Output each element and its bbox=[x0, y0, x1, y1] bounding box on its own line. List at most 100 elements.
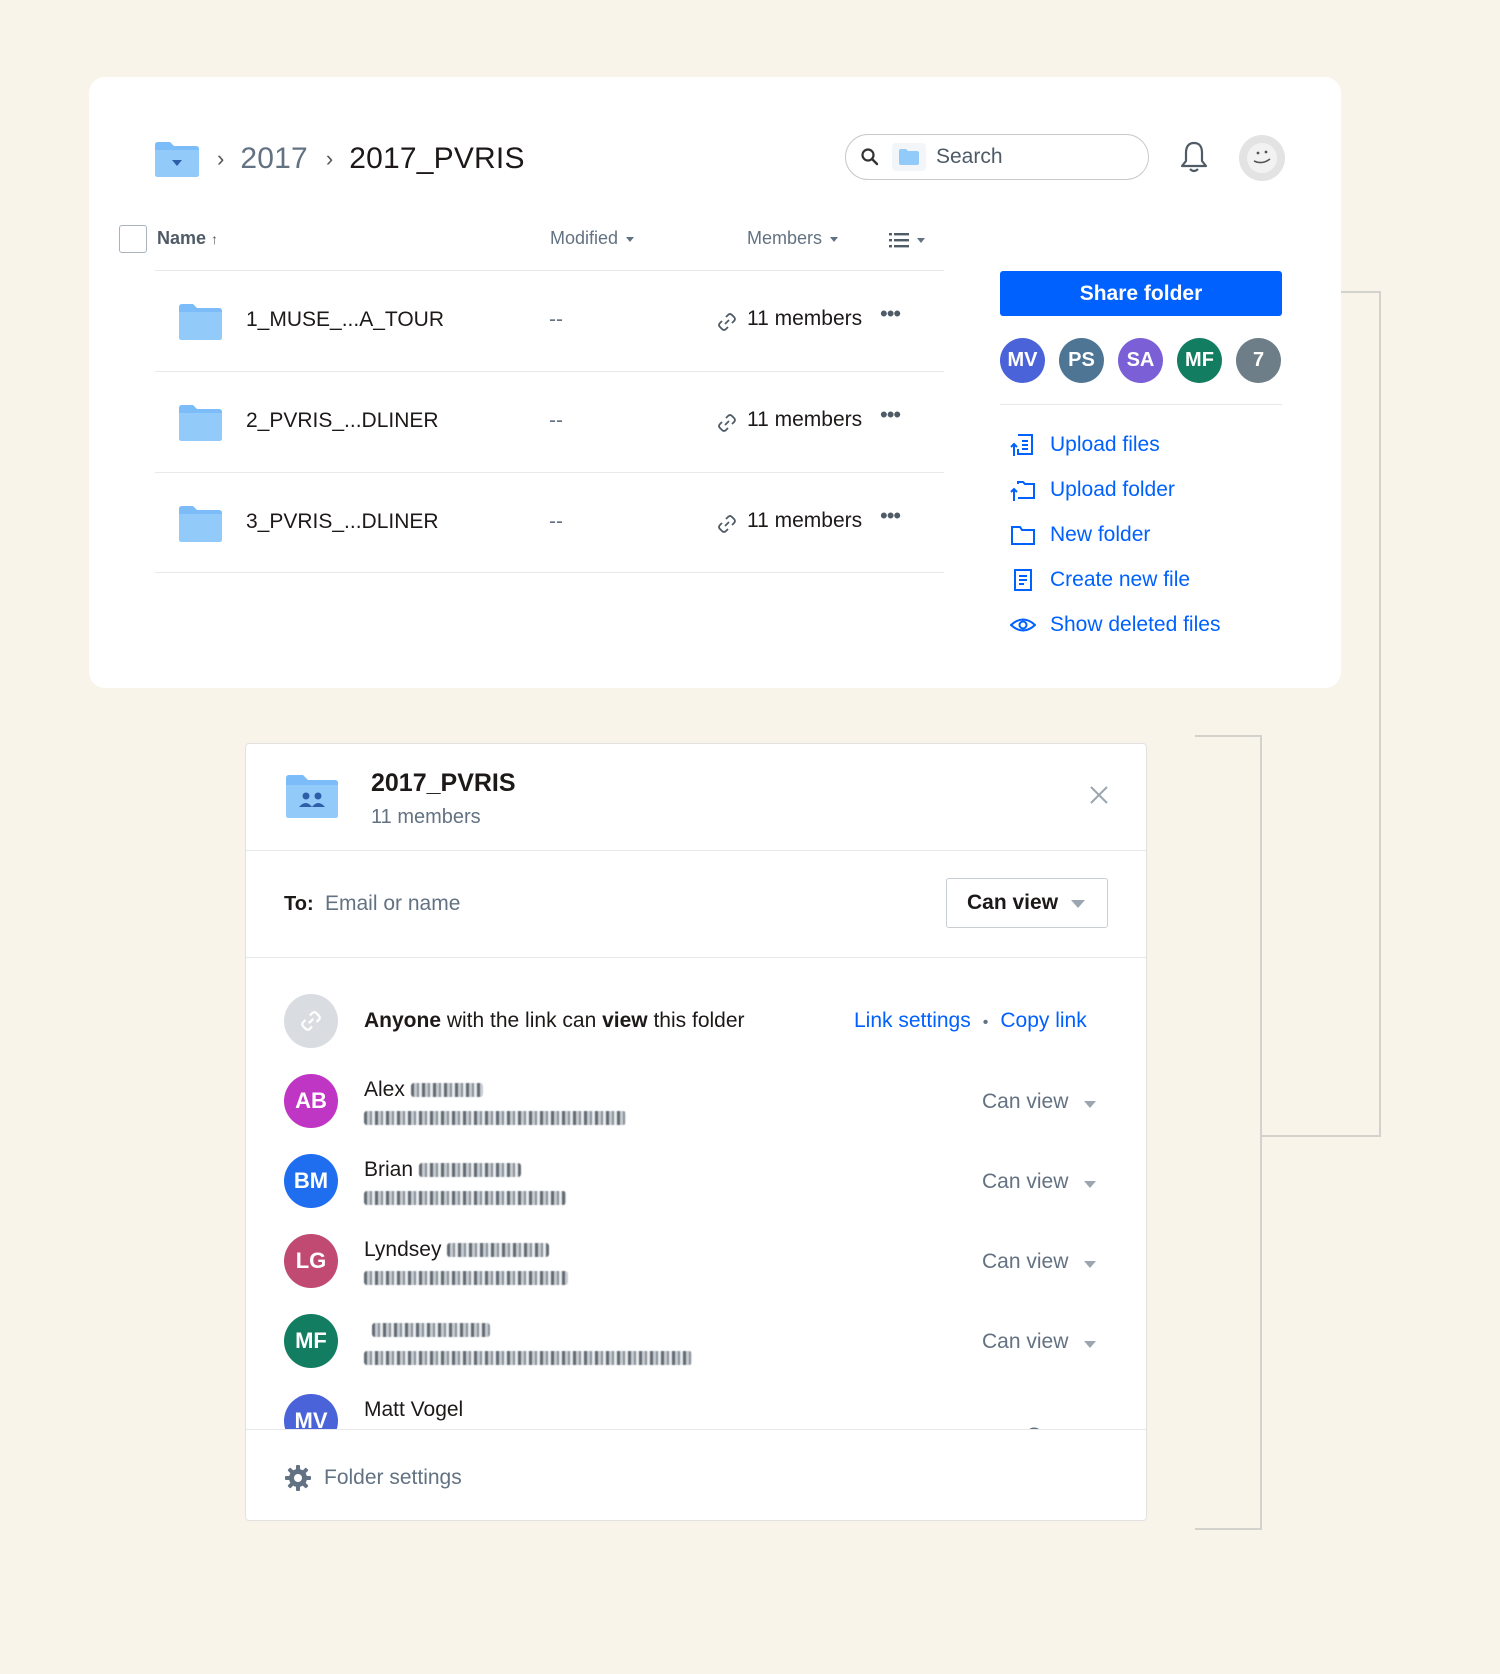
column-header-members-label: Members bbox=[747, 228, 823, 248]
file-name[interactable]: 3_PVRIS_...DLINER bbox=[246, 510, 439, 534]
member-name-text: Lyndsey bbox=[364, 1238, 442, 1261]
column-header-modified[interactable]: Modified bbox=[550, 228, 635, 249]
connector-line bbox=[1262, 1135, 1381, 1137]
file-modified: -- bbox=[549, 409, 563, 432]
link-icon bbox=[718, 313, 736, 331]
chevron-right-icon: › bbox=[217, 146, 225, 171]
folder-dropdown-icon[interactable] bbox=[155, 141, 199, 177]
avatar: LG bbox=[284, 1234, 338, 1288]
more-options-icon[interactable]: ••• bbox=[880, 301, 901, 327]
connector-line bbox=[1260, 735, 1262, 1530]
more-options-icon[interactable]: ••• bbox=[880, 402, 901, 428]
separator-dot: • bbox=[982, 1014, 989, 1031]
link-access-text: Anyone with the link can view this folde… bbox=[364, 1009, 745, 1033]
column-header-name[interactable]: Name ↑ bbox=[157, 228, 218, 249]
share-dialog: 2017_PVRIS 11 members To: Can view Anyon… bbox=[245, 743, 1147, 1521]
avatar: MF bbox=[284, 1314, 338, 1368]
member-name-text: Brian bbox=[364, 1158, 414, 1181]
folder-browser: › 2017 › 2017_PVRIS Search Name ↑ Modifi… bbox=[89, 77, 1341, 688]
upload-files-action[interactable]: Upload files bbox=[1010, 422, 1220, 467]
connector-line bbox=[1195, 1528, 1262, 1530]
email-or-name-input[interactable] bbox=[325, 889, 885, 919]
permission-dropdown-label: Can view bbox=[967, 891, 1059, 914]
folder-icon bbox=[179, 304, 222, 340]
member-role-dropdown[interactable]: Can view bbox=[982, 1170, 1068, 1194]
caret-down-icon bbox=[1084, 1261, 1096, 1268]
bell-icon[interactable] bbox=[1179, 140, 1209, 174]
member-avatar[interactable]: SA bbox=[1118, 338, 1163, 383]
file-name[interactable]: 1_MUSE_...A_TOUR bbox=[246, 308, 444, 332]
new-folder-action[interactable]: New folder bbox=[1010, 512, 1220, 557]
member-role-dropdown[interactable]: Can view bbox=[982, 1330, 1068, 1354]
new-folder-label: New folder bbox=[1050, 522, 1151, 546]
redacted-email bbox=[364, 1349, 692, 1367]
new-folder-icon bbox=[1011, 525, 1035, 545]
link-access-anyone: Anyone bbox=[364, 1009, 442, 1032]
member-avatars: MV PS SA MF 7 bbox=[1000, 338, 1281, 383]
redacted-text bbox=[364, 1350, 692, 1365]
permission-dropdown[interactable]: Can view bbox=[946, 878, 1108, 928]
dialog-subtitle: 11 members bbox=[371, 806, 481, 828]
table-row[interactable]: 2_PVRIS_...DLINER -- 11 members ••• bbox=[155, 371, 944, 472]
file-name[interactable]: 2_PVRIS_...DLINER bbox=[246, 409, 439, 433]
folder-settings-button[interactable]: Folder settings bbox=[284, 1464, 462, 1492]
link-settings-link[interactable]: Link settings bbox=[854, 1009, 971, 1032]
member-role-dropdown[interactable]: Can view bbox=[982, 1250, 1068, 1274]
link-access-row: Anyone with the link can view this folde… bbox=[284, 994, 1114, 1048]
breadcrumb-current: 2017_PVRIS bbox=[349, 142, 525, 175]
file-members[interactable]: 11 members bbox=[747, 509, 862, 533]
member-list: AB Alex Can view BM Brian Can view LG Ly… bbox=[284, 1074, 1114, 1474]
avatar[interactable] bbox=[1239, 135, 1285, 181]
table-row[interactable]: 1_MUSE_...A_TOUR -- 11 members ••• bbox=[155, 270, 944, 371]
column-header-name-label: Name bbox=[157, 228, 207, 248]
redacted-text bbox=[364, 1190, 566, 1205]
search-bar[interactable]: Search bbox=[845, 134, 1149, 180]
file-members[interactable]: 11 members bbox=[747, 408, 862, 432]
create-new-file-action[interactable]: Create new file bbox=[1010, 557, 1220, 602]
folder-icon bbox=[179, 506, 222, 542]
upload-file-icon bbox=[1010, 433, 1033, 456]
upload-folder-action[interactable]: Upload folder bbox=[1010, 467, 1220, 512]
caret-down-icon bbox=[1084, 1101, 1096, 1108]
link-access-view: view bbox=[602, 1009, 648, 1032]
more-members-count[interactable]: 7 bbox=[1236, 338, 1281, 383]
redacted-text bbox=[364, 1110, 626, 1125]
file-members[interactable]: 11 members bbox=[747, 307, 862, 331]
new-file-icon bbox=[1014, 568, 1032, 591]
member-avatar[interactable]: PS bbox=[1059, 338, 1104, 383]
member-name bbox=[364, 1318, 490, 1342]
search-icon bbox=[861, 148, 879, 166]
select-all-checkbox[interactable] bbox=[119, 225, 147, 253]
breadcrumb-item[interactable]: 2017 bbox=[240, 142, 308, 176]
column-header-members[interactable]: Members bbox=[747, 228, 839, 249]
view-options-button[interactable] bbox=[889, 229, 925, 250]
avatar: BM bbox=[284, 1154, 338, 1208]
upload-folder-icon bbox=[1010, 480, 1035, 501]
folder-scope-icon bbox=[892, 143, 926, 171]
search-input[interactable]: Search bbox=[936, 145, 1003, 169]
column-header-modified-label: Modified bbox=[550, 228, 619, 248]
caret-down-icon bbox=[830, 236, 839, 242]
close-icon[interactable] bbox=[1088, 784, 1110, 806]
table-row[interactable]: 3_PVRIS_...DLINER -- 11 members ••• bbox=[155, 472, 944, 573]
show-deleted-files-action[interactable]: Show deleted files bbox=[1010, 602, 1220, 647]
redacted-email bbox=[364, 1189, 566, 1207]
member-avatar[interactable]: MF bbox=[1177, 338, 1222, 383]
link-icon bbox=[718, 414, 736, 432]
copy-link-link[interactable]: Copy link bbox=[1000, 1009, 1086, 1032]
link-access-end: this folder bbox=[647, 1009, 745, 1032]
more-options-icon[interactable]: ••• bbox=[880, 503, 901, 529]
list-view-icon bbox=[889, 233, 909, 248]
upload-files-label: Upload files bbox=[1050, 432, 1160, 456]
file-list: 1_MUSE_...A_TOUR -- 11 members ••• 2_PVR… bbox=[155, 270, 944, 573]
gear-icon bbox=[285, 1465, 311, 1491]
member-role-dropdown[interactable]: Can view bbox=[982, 1090, 1068, 1114]
connector-line bbox=[1379, 291, 1381, 1137]
member-avatar[interactable]: MV bbox=[1000, 338, 1045, 383]
invite-row: To: Can view bbox=[246, 851, 1146, 958]
share-folder-button[interactable]: Share folder bbox=[1000, 271, 1282, 316]
shared-folder-icon bbox=[286, 775, 338, 818]
folder-settings-label: Folder settings bbox=[324, 1466, 462, 1489]
link-icon bbox=[718, 515, 736, 533]
redacted-text bbox=[364, 1270, 568, 1285]
